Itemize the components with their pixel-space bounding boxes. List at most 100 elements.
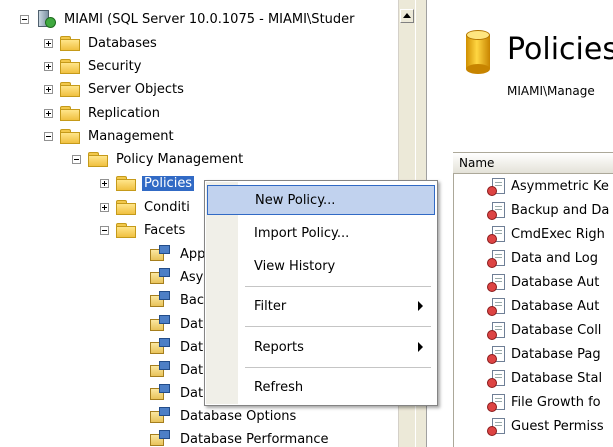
tree-node-facet[interactable]: Bac — [150, 289, 206, 311]
policy-icon — [487, 345, 509, 365]
expand-icon[interactable] — [100, 178, 109, 188]
menu-item-refresh[interactable]: Refresh — [207, 372, 435, 402]
tree-node-replication[interactable]: Replication — [44, 102, 162, 124]
tree-node-label: Bac — [180, 292, 205, 308]
facet-icon — [150, 268, 172, 286]
tree-node-facet[interactable]: Database Performance — [150, 428, 331, 447]
tree-node-server-objects[interactable]: Server Objects — [44, 78, 186, 100]
policy-icon — [487, 201, 509, 221]
tree-node-label: Server Objects — [88, 81, 184, 97]
tree-node-security[interactable]: Security — [44, 55, 143, 77]
tree-node-facet[interactable]: Database Options — [150, 405, 298, 427]
policy-name: Database Pag — [511, 347, 601, 362]
menu-separator — [245, 286, 431, 287]
policy-icon — [487, 177, 509, 197]
database-cylinder-icon — [466, 30, 490, 74]
policy-name: Asymmetric Ke — [511, 179, 609, 194]
policy-name: Backup and Da — [511, 203, 610, 218]
policy-name: Guest Permiss — [511, 419, 604, 434]
policy-icon — [487, 273, 509, 293]
tree-node-facet[interactable]: App — [150, 243, 207, 265]
policy-name: Database Aut — [511, 275, 600, 290]
policy-icon — [487, 321, 509, 341]
policy-icon — [487, 297, 509, 317]
collapse-icon[interactable] — [44, 131, 53, 141]
collapse-icon[interactable] — [100, 225, 109, 235]
facet-icon — [150, 384, 172, 402]
tree-node-conditions[interactable]: Conditi — [100, 196, 192, 218]
tree-node-label: Policies — [142, 175, 195, 191]
menu-separator — [245, 326, 431, 327]
tree-node-label: Facets — [144, 222, 186, 238]
list-left-border — [453, 152, 454, 447]
policy-icon — [487, 393, 509, 413]
list-item-policy[interactable]: Asymmetric Ke — [487, 175, 609, 198]
list-item-policy[interactable]: Database Aut — [487, 271, 599, 294]
tree-node-facet[interactable]: Dat — [150, 359, 205, 381]
policy-icon — [487, 225, 509, 245]
tree-node-facet[interactable]: Dat — [150, 336, 205, 358]
list-item-policy[interactable]: Database Pag — [487, 343, 601, 366]
list-item-policy[interactable]: Database Aut — [487, 295, 599, 318]
scroll-up-arrow-icon[interactable] — [400, 9, 414, 23]
menu-separator — [245, 367, 431, 368]
menu-item-import-policy[interactable]: Import Policy... — [207, 218, 435, 248]
facet-icon — [150, 430, 172, 447]
tree-node-label: App — [180, 246, 206, 262]
tree-node-facet[interactable]: Asy — [150, 266, 205, 288]
tree-node-policy-management[interactable]: Policy Management — [72, 148, 245, 170]
page-title: Policies — [507, 32, 613, 67]
list-item-policy[interactable]: Database Stal — [487, 367, 602, 390]
tree-node-label: Dat — [180, 339, 204, 355]
tree-node-label: Dat — [180, 316, 204, 332]
expand-icon[interactable] — [44, 84, 53, 94]
menu-item-label: View History — [254, 258, 336, 274]
facet-icon — [150, 291, 172, 309]
expand-icon[interactable] — [44, 38, 53, 48]
facet-icon — [150, 315, 172, 333]
submenu-arrow-icon — [418, 342, 423, 352]
context-menu: New Policy... Import Policy... View Hist… — [204, 180, 438, 406]
tree-node-policies[interactable]: Policies — [100, 172, 195, 194]
tree-node-management[interactable]: Management — [44, 125, 176, 147]
expand-icon[interactable] — [44, 108, 53, 118]
page-subtitle: MIAMI\Manage — [507, 84, 595, 98]
facet-icon — [150, 407, 172, 425]
tree-node-facet[interactable]: Dat — [150, 313, 205, 335]
menu-item-view-history[interactable]: View History — [207, 251, 435, 281]
list-item-policy[interactable]: Guest Permiss — [487, 415, 604, 438]
policy-name: Database Aut — [511, 299, 600, 314]
list-item-policy[interactable]: CmdExec Righ — [487, 223, 605, 246]
tree-node-label: Conditi — [144, 199, 190, 215]
tree-node-label: Database Options — [180, 408, 297, 424]
tree-node-databases[interactable]: Databases — [44, 32, 159, 54]
folder-icon — [116, 222, 136, 238]
collapse-icon[interactable] — [20, 14, 29, 24]
tree-node-label: Dat — [180, 362, 204, 378]
list-item-policy[interactable]: File Growth fo — [487, 391, 601, 414]
list-item-policy[interactable]: Data and Log — [487, 247, 598, 270]
policy-name: Database Stal — [511, 371, 603, 386]
expand-icon[interactable] — [44, 61, 53, 71]
tree-node-label: Database Performance — [180, 431, 329, 447]
policy-icon — [487, 249, 509, 269]
tree-node-server[interactable]: MIAMI (SQL Server 10.0.1075 - MIAMI\Stud… — [20, 8, 357, 30]
list-item-policy[interactable]: Backup and Da — [487, 199, 609, 222]
tree-node-facets[interactable]: Facets — [100, 219, 187, 241]
collapse-icon[interactable] — [72, 154, 81, 164]
folder-icon — [60, 58, 80, 74]
folder-icon — [88, 151, 108, 167]
menu-item-reports[interactable]: Reports — [207, 332, 435, 362]
list-item-policy[interactable]: Database Coll — [487, 319, 601, 342]
menu-item-new-policy[interactable]: New Policy... — [207, 185, 435, 215]
tree-node-label: Dat — [180, 385, 204, 401]
policy-icon — [487, 369, 509, 389]
tree-node-label: Security — [88, 58, 142, 74]
folder-icon — [60, 128, 80, 144]
tree-node-facet[interactable]: Dat — [150, 382, 205, 404]
column-header-name[interactable]: Name — [453, 152, 613, 174]
menu-item-filter[interactable]: Filter — [207, 291, 435, 321]
expand-icon[interactable] — [100, 202, 109, 212]
policy-name: File Growth fo — [511, 395, 601, 410]
policy-name: Data and Log — [511, 251, 598, 266]
